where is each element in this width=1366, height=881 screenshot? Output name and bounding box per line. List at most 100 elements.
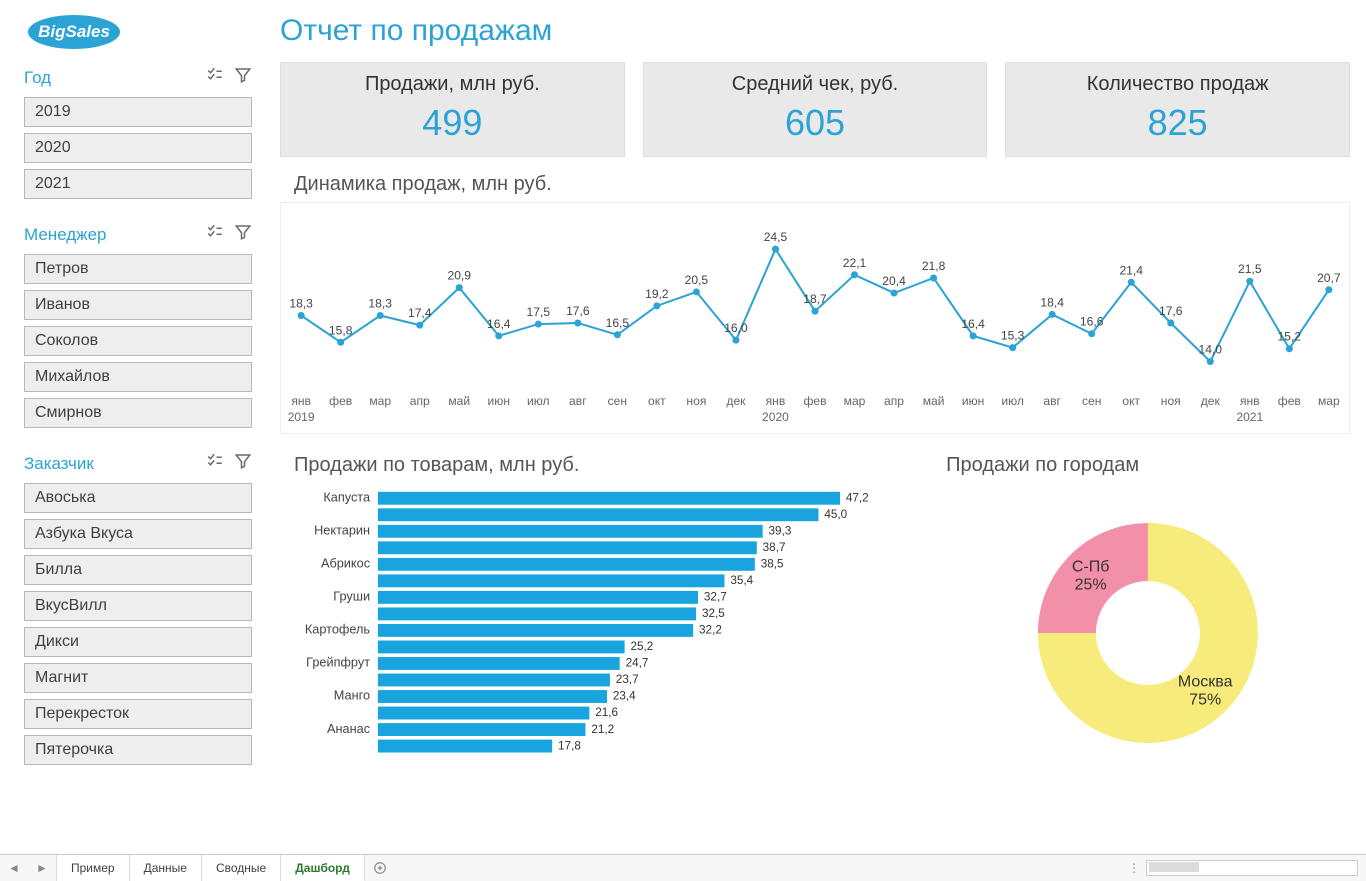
slicer-manager-item[interactable]: Иванов (24, 290, 252, 320)
slicer-customer-item[interactable]: Азбука Вкуса (24, 519, 252, 549)
svg-text:23,7: 23,7 (616, 673, 639, 686)
horizontal-scrollbar[interactable] (1146, 860, 1358, 876)
svg-text:окт: окт (1122, 394, 1140, 408)
slicer-manager-item[interactable]: Смирнов (24, 398, 252, 428)
svg-text:С-Пб: С-Пб (1072, 559, 1110, 576)
page-title: Отчет по продажам (280, 14, 1350, 48)
slicer-customer-item[interactable]: Пятерочка (24, 735, 252, 765)
svg-text:24,5: 24,5 (764, 230, 788, 244)
svg-text:Картофель: Картофель (305, 622, 371, 637)
svg-text:Нектарин: Нектарин (314, 523, 370, 538)
multiselect-icon[interactable] (206, 66, 224, 89)
svg-text:май: май (923, 394, 945, 408)
svg-text:мар: мар (1318, 394, 1340, 408)
svg-text:авг: авг (569, 394, 587, 408)
svg-text:16,4: 16,4 (487, 317, 511, 331)
new-sheet-button[interactable] (365, 855, 395, 881)
svg-text:Капуста: Капуста (323, 489, 371, 504)
svg-text:16,4: 16,4 (961, 317, 985, 331)
svg-text:15,8: 15,8 (329, 323, 353, 337)
slicer-manager-item[interactable]: Петров (24, 254, 252, 284)
svg-text:Груши: Груши (333, 589, 370, 604)
slicer-customer-item[interactable]: Авоська (24, 483, 252, 513)
kpi-label: Средний чек, руб. (652, 73, 979, 96)
svg-text:39,3: 39,3 (769, 525, 792, 538)
svg-text:16,5: 16,5 (606, 316, 630, 330)
svg-text:апр: апр (410, 394, 430, 408)
slicer-manager-item[interactable]: Михайлов (24, 362, 252, 392)
svg-text:фев: фев (329, 394, 352, 408)
slicer-customer-item[interactable]: Билла (24, 555, 252, 585)
svg-text:21,5: 21,5 (1238, 262, 1262, 276)
slicer-customer-item[interactable]: ВкусВилл (24, 591, 252, 621)
svg-text:окт: окт (648, 394, 666, 408)
svg-text:19,2: 19,2 (645, 287, 669, 301)
sheet-tab[interactable]: Пример (57, 855, 130, 881)
svg-text:75%: 75% (1189, 691, 1221, 708)
slicer-manager-title: Менеджер (24, 225, 106, 245)
sheet-tab[interactable]: Дашборд (281, 855, 365, 881)
filter-icon[interactable] (234, 66, 252, 89)
svg-text:июн: июн (962, 394, 984, 408)
svg-text:2020: 2020 (762, 410, 789, 424)
slicer-year-title: Год (24, 68, 51, 88)
sheet-tab[interactable]: Сводные (202, 855, 281, 881)
slicer-customer-item[interactable]: Магнит (24, 663, 252, 693)
svg-text:21,4: 21,4 (1119, 263, 1143, 277)
svg-text:21,2: 21,2 (591, 723, 614, 736)
slicer-year-item[interactable]: 2019 (24, 97, 252, 127)
svg-text:15,2: 15,2 (1278, 330, 1302, 344)
kpi-card: Количество продаж 825 (1005, 62, 1350, 157)
svg-text:17,5: 17,5 (527, 305, 551, 319)
svg-text:18,7: 18,7 (803, 292, 827, 306)
svg-text:сен: сен (608, 394, 627, 408)
svg-text:мар: мар (369, 394, 391, 408)
svg-text:авг: авг (1043, 394, 1061, 408)
svg-text:20,9: 20,9 (448, 269, 472, 283)
slicer-customer-item[interactable]: Перекресток (24, 699, 252, 729)
slicer-manager: Менеджер Петров Иванов Соколов Михайлов Смир… (24, 223, 252, 428)
kpi-card: Продажи, млн руб. 499 (280, 62, 625, 157)
svg-text:18,4: 18,4 (1040, 295, 1064, 309)
svg-text:янв: янв (1240, 394, 1260, 408)
multiselect-icon[interactable] (206, 452, 224, 475)
svg-text:BigSales: BigSales (38, 22, 110, 41)
kpi-label: Продажи, млн руб. (289, 73, 616, 96)
svg-text:32,5: 32,5 (702, 607, 725, 620)
svg-text:18,3: 18,3 (289, 297, 313, 311)
slicer-year-item[interactable]: 2020 (24, 133, 252, 163)
slicer-manager-item[interactable]: Соколов (24, 326, 252, 356)
kpi-label: Количество продаж (1014, 73, 1341, 96)
svg-text:35,4: 35,4 (730, 574, 753, 587)
svg-text:24,7: 24,7 (626, 657, 649, 670)
trend-chart: 18,315,818,317,420,916,417,517,616,519,2… (280, 202, 1350, 434)
svg-text:сен: сен (1082, 394, 1101, 408)
svg-text:2021: 2021 (1236, 410, 1263, 424)
svg-text:22,1: 22,1 (843, 256, 867, 270)
svg-text:23,4: 23,4 (613, 690, 636, 703)
svg-text:янв: янв (766, 394, 786, 408)
kpi-value: 499 (289, 102, 616, 144)
kpi-value: 605 (652, 102, 979, 144)
slicer-customer-item[interactable]: Дикси (24, 627, 252, 657)
svg-text:38,5: 38,5 (761, 558, 784, 571)
filter-icon[interactable] (234, 452, 252, 475)
kpi-value: 825 (1014, 102, 1341, 144)
svg-text:47,2: 47,2 (846, 491, 869, 504)
slicer-year-item[interactable]: 2021 (24, 169, 252, 199)
filter-icon[interactable] (234, 223, 252, 246)
svg-text:апр: апр (884, 394, 904, 408)
svg-text:25%: 25% (1075, 577, 1107, 594)
tab-scroll-right-icon[interactable]: ► (28, 855, 56, 881)
svg-text:Грейпфрут: Грейпфрут (306, 655, 370, 670)
multiselect-icon[interactable] (206, 223, 224, 246)
svg-text:2019: 2019 (288, 410, 315, 424)
kpi-card: Средний чек, руб. 605 (643, 62, 988, 157)
svg-text:ноя: ноя (686, 394, 706, 408)
svg-text:июл: июл (1001, 394, 1024, 408)
svg-text:16,0: 16,0 (724, 321, 748, 335)
tab-scroll-left-icon[interactable]: ◄ (0, 855, 28, 881)
sheet-tab[interactable]: Данные (130, 855, 202, 881)
tab-split-icon[interactable]: ⋮ (1128, 861, 1140, 875)
svg-text:Ананас: Ананас (327, 721, 371, 736)
